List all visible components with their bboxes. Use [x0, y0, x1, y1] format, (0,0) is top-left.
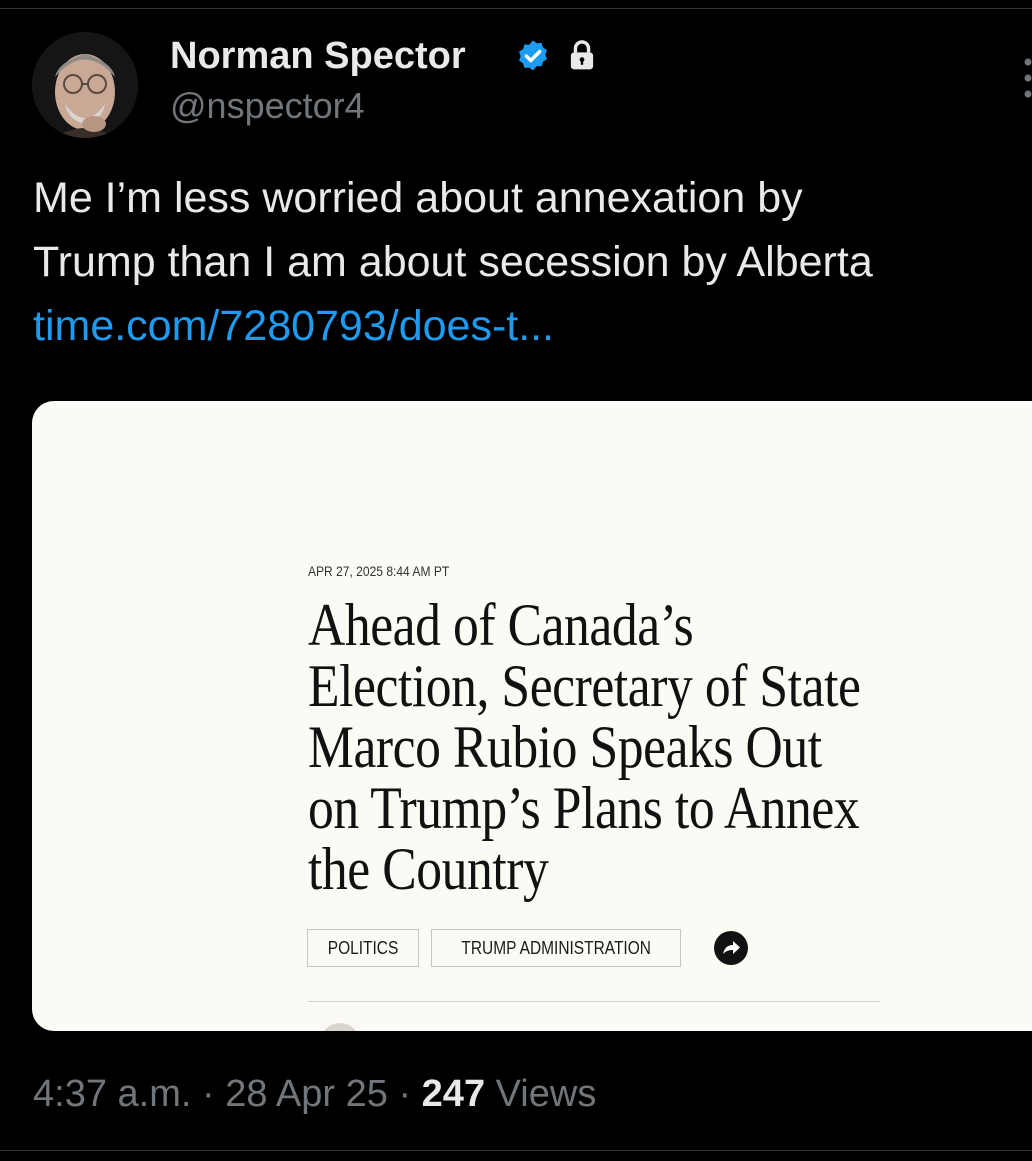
tweet-link[interactable]: time.com/7280793/does-t... — [33, 302, 554, 350]
headline-line: Marco Rubio Speaks Out — [308, 714, 822, 780]
article-tags: POLITICS TRUMP ADMINISTRATION — [307, 929, 749, 967]
tweet-meta: 4:37 a.m. · 28 Apr 25 · 247 Views — [33, 1070, 596, 1118]
tweet-time[interactable]: 4:37 a.m. — [33, 1073, 191, 1115]
card-divider — [308, 1001, 880, 1002]
article-headline: Ahead of Canada’s Election, Secretary of… — [308, 595, 927, 900]
tag-trump-administration: TRUMP ADMINISTRATION — [431, 929, 682, 967]
share-arrow-icon — [714, 931, 749, 965]
author-name[interactable]: Norman Spector — [170, 34, 466, 78]
top-divider — [0, 8, 1032, 9]
tweet-text: Me I’m less worried about annexation by … — [33, 166, 1032, 358]
tweet-text-line: Trump than I am about secession by Alber… — [33, 238, 873, 286]
headline-line: on Trump’s Plans to Annex — [308, 775, 860, 841]
article-date: APR 27, 2025 8:44 AM PT — [308, 563, 450, 579]
link-preview-card[interactable]: APR 27, 2025 8:44 AM PT Ahead of Canada’… — [32, 401, 1032, 1031]
author-handle[interactable]: @nspector4 — [170, 84, 365, 128]
more-vertical-icon[interactable] — [1020, 56, 1032, 126]
avatar[interactable] — [32, 32, 138, 138]
bottom-divider — [0, 1150, 1032, 1151]
verified-badge-icon — [519, 40, 547, 71]
avatar-photo — [32, 32, 138, 138]
headline-line: the Country — [308, 836, 549, 902]
byline-avatar — [320, 1023, 360, 1031]
tweet-text-line: Me I’m less worried about annexation by — [33, 174, 803, 222]
headline-line: Election, Secretary of State — [308, 653, 861, 719]
tag-politics: POLITICS — [307, 929, 420, 967]
meta-separator: · — [387, 1073, 422, 1115]
views-label: Views — [485, 1073, 597, 1115]
headline-line: Ahead of Canada’s — [308, 592, 694, 658]
views-count: 247 — [421, 1073, 486, 1115]
meta-separator: · — [191, 1073, 226, 1115]
lock-icon — [570, 40, 594, 70]
tweet-date[interactable]: 28 Apr 25 — [225, 1073, 388, 1115]
